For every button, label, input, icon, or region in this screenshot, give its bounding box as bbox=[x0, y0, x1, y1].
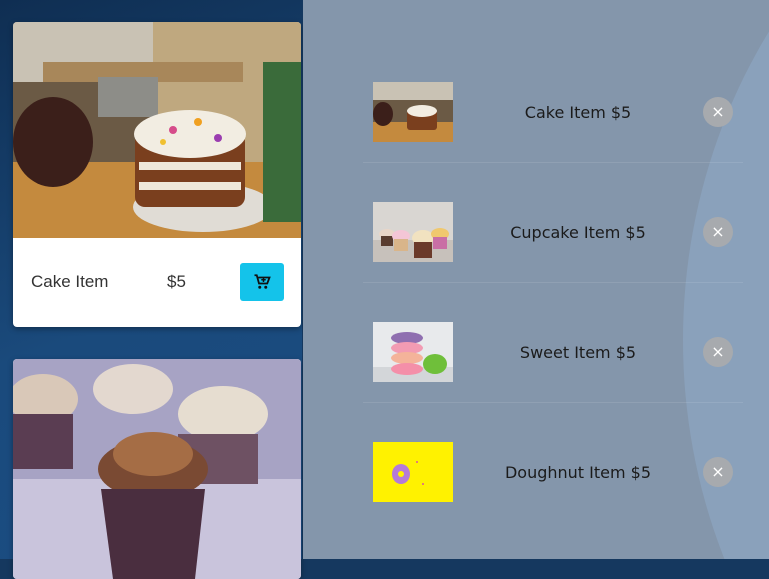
cart-item-title: Cake Item $5 bbox=[524, 102, 632, 122]
cart-overlay: Cake Item $5 × Cupcake Item $5 × Sweet I… bbox=[303, 0, 769, 559]
product-card: Cake Item $5 bbox=[13, 22, 301, 327]
macaron-thumbnail bbox=[373, 322, 453, 382]
divider bbox=[363, 282, 743, 283]
cart-item: Cupcake Item $5 × bbox=[373, 202, 733, 262]
cart-item: Sweet Item $5 × bbox=[373, 322, 733, 382]
product-card bbox=[13, 359, 301, 579]
cupcake-thumbnail bbox=[373, 202, 453, 262]
cake-thumbnail bbox=[373, 82, 453, 142]
cake-photo[interactable] bbox=[13, 22, 301, 238]
product-price: $5 bbox=[167, 272, 186, 291]
product-card-footer: Cake Item $5 bbox=[13, 238, 301, 327]
cart-item: Doughnut Item $5 × bbox=[373, 442, 733, 502]
doughnut-thumbnail bbox=[373, 442, 453, 502]
divider bbox=[363, 162, 743, 163]
cart-item-title: Doughnut Item $5 bbox=[504, 462, 652, 482]
remove-item-button[interactable]: × bbox=[703, 457, 733, 487]
cart-item-title: Cupcake Item $5 bbox=[510, 222, 646, 242]
divider bbox=[363, 402, 743, 403]
cupcake-photo[interactable] bbox=[13, 359, 301, 579]
cart-item-title: Sweet Item $5 bbox=[519, 342, 637, 362]
remove-item-button[interactable]: × bbox=[703, 97, 733, 127]
cart-plus-icon bbox=[254, 274, 271, 289]
remove-item-button[interactable]: × bbox=[703, 217, 733, 247]
cart-item: Cake Item $5 × bbox=[373, 82, 733, 142]
product-name: Cake Item bbox=[31, 272, 109, 291]
remove-item-button[interactable]: × bbox=[703, 337, 733, 367]
add-to-cart-button[interactable] bbox=[240, 263, 284, 301]
